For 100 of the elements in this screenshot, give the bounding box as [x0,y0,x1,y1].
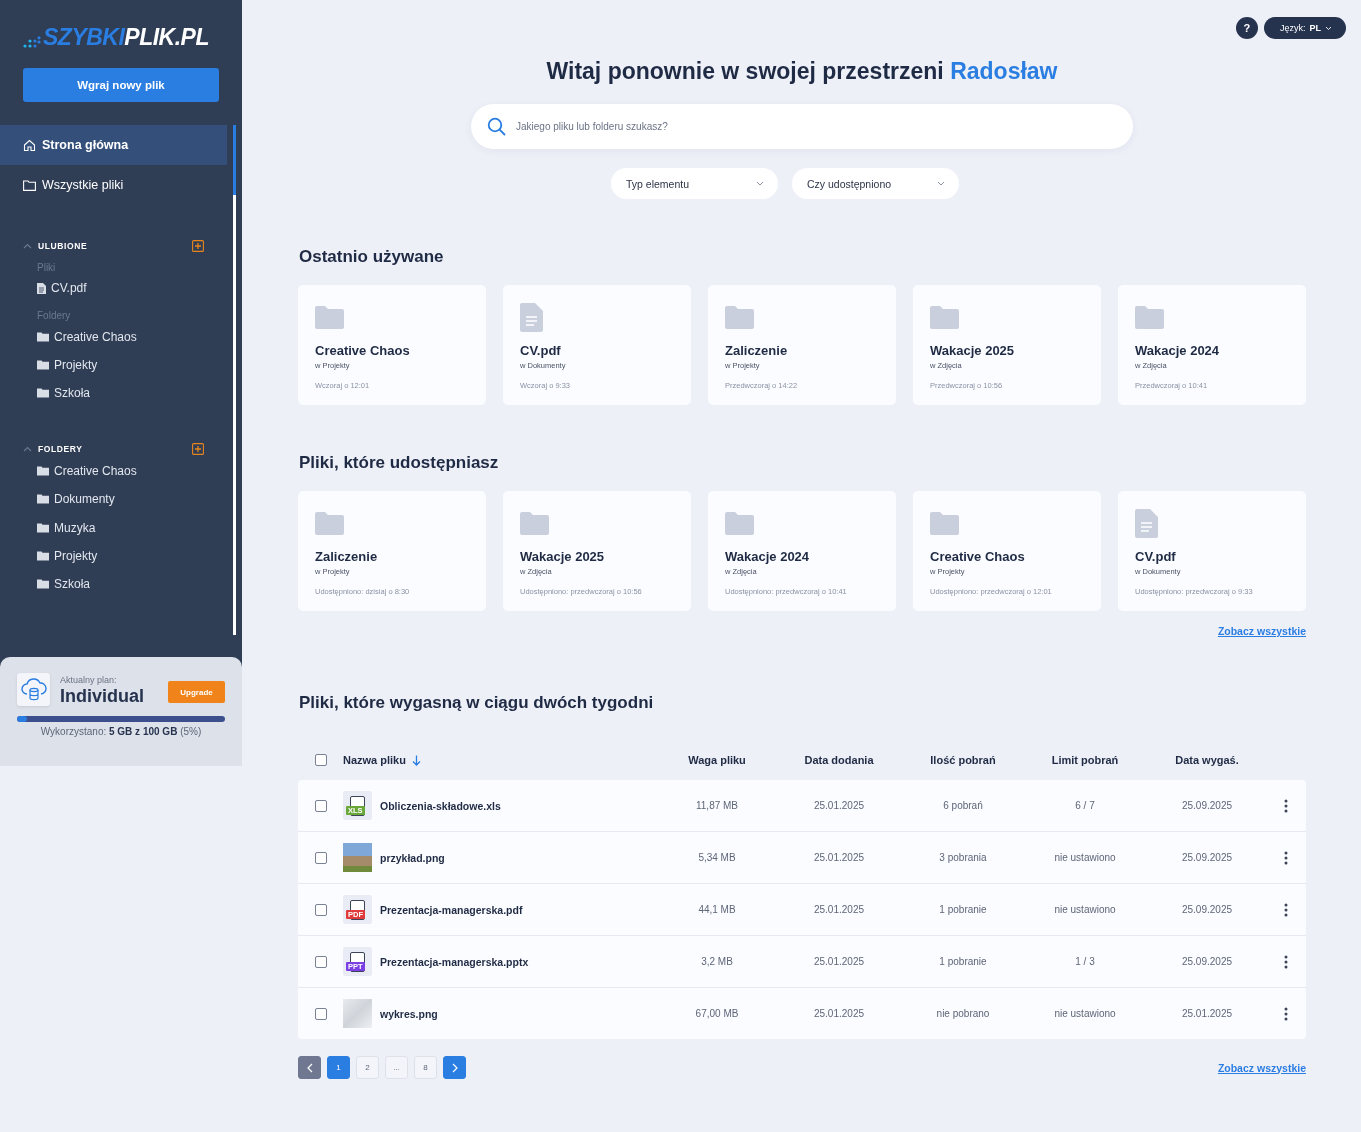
table-cell-text: 1 pobranie [938,956,988,967]
folder-icon [520,512,549,535]
table-cell-text: nie ustawiono [1053,852,1117,863]
folder-icon [315,512,344,535]
search-bar[interactable]: Jakiego pliku lub folderu szukasz? [471,104,1133,149]
column-header[interactable]: Data wygaś. [1146,754,1268,766]
item-name: Wakacje 2024 [1135,343,1220,358]
group-label: Pliki [36,261,57,274]
page-button[interactable]: 8 [414,1056,437,1079]
upload-button[interactable]: Wgraj nowy plik [23,68,219,102]
cloud-database-icon [17,673,50,706]
document-icon [520,303,543,332]
nav-item[interactable]: Strona główna [0,125,227,165]
table-cell-text: 25.01.2025 [812,956,866,967]
sidebar-item[interactable]: Szkoła [0,379,227,408]
nav-item[interactable]: Wszystkie pliki [0,165,227,205]
item-name: Creative Chaos [315,343,410,358]
page-button[interactable]: ... [385,1056,408,1079]
home-icon [23,138,36,152]
table-cell-text: 5,34 MB [697,852,737,863]
folder-icon [37,465,49,476]
document-icon [1135,509,1158,538]
table-cell-text: 6 / 7 [1074,800,1096,811]
sidebar-item[interactable]: Dokumenty [0,484,227,514]
plan-name: Individual [60,686,145,707]
more-options-icon[interactable] [1284,902,1288,917]
sidebar-item[interactable]: Muzyka [0,513,227,542]
welcome-heading: Witaj ponownie w swojej przestrzeni Radosław [545,57,1059,85]
page-button[interactable]: 2 [356,1056,379,1079]
table-cell-text: 6 pobrań [942,800,984,811]
table-cell-text: 3,2 MB [700,956,734,967]
scrollbar[interactable] [233,125,236,635]
row-checkbox[interactable] [315,1007,327,1020]
sidebar-item[interactable]: Projekty [0,541,227,571]
table-cell-text: 1 pobranie [938,904,988,915]
table-cell-text: 3 pobrania [938,852,988,863]
sidebar-item[interactable]: Projekty [0,350,227,380]
file-name: Prezentacja-managerska.pdf [380,903,523,916]
filter-dropdown[interactable]: Typ elementu [611,168,778,199]
column-header[interactable]: Waga pliku [658,754,776,766]
chevron-icon[interactable] [23,243,32,249]
row-checkbox[interactable] [315,903,327,916]
chevron-icon[interactable] [23,445,32,452]
table-cell-text: 25.01.2025 [812,904,866,915]
file-name: Prezentacja-managerska.pptx [380,955,529,968]
filter-dropdown[interactable]: Czy udostępniono [792,168,959,199]
add-icon[interactable] [192,442,204,455]
caret-icon [756,181,764,186]
file-name: Obliczenia-składowe.xls [380,799,501,812]
section-title: FOLDERY [38,443,84,454]
column-header[interactable]: Data dodania [776,754,902,766]
table-row[interactable]: przykład.png 5,34 MB 25.01.2025 3 pobrania nie ustawiono 25.09.2025 [298,832,1306,884]
folder-icon [725,512,754,535]
column-header[interactable]: Nazwa pliku [343,754,658,766]
table-cell-text: 25.01.2025 [1180,1008,1234,1019]
sidebar-item[interactable]: CV.pdf [0,274,227,303]
page-button[interactable]: 1 [327,1056,350,1079]
column-header[interactable]: Limit pobrań [1024,754,1146,766]
table-cell-text: nie pobrano [935,1008,991,1019]
file-name: wykres.png [380,1007,438,1020]
folder-icon [37,579,49,590]
column-header[interactable]: Ilość pobrań [902,754,1024,766]
more-options-icon[interactable] [1284,850,1288,865]
document-icon [37,282,46,294]
help-button[interactable]: ? [1235,17,1258,39]
sidebar-item[interactable]: Szkoła [0,570,227,599]
section-heading: Ostatnio używane [299,247,445,267]
row-checkbox[interactable] [315,851,327,864]
usage-text: Wykorzystano: 5 GB z 100 GB (5%) [39,726,203,737]
item-name: Wakacje 2024 [725,549,810,564]
photo-placeholder [343,843,372,872]
sidebar-item[interactable]: Creative Chaos [0,456,227,485]
search-field[interactable]: Jakiego pliku lub folderu szukasz? [514,120,1117,133]
item-name: Creative Chaos [930,549,1025,564]
select-all-checkbox[interactable] [315,754,327,766]
add-icon[interactable] [192,240,204,252]
folder-icon [37,494,49,505]
more-options-icon[interactable] [1284,1006,1288,1021]
item-name: CV.pdf [1135,549,1176,564]
folder-icon [23,179,36,191]
table-cell-text: 67,00 MB [694,1008,740,1019]
table-cell-text: 25.01.2025 [812,852,866,863]
logo-dots-icon [23,36,41,48]
section-heading: Pliki, które udostępniasz [299,453,500,473]
table-cell-text: 44,1 MB [697,904,737,915]
more-options-icon[interactable] [1284,954,1288,969]
chevron-left-icon [306,1062,313,1073]
next-page-button[interactable] [443,1056,466,1079]
see-all-link[interactable]: Zobacz wszystkie [1217,625,1306,637]
table-cell-text: 25.09.2025 [1180,956,1234,967]
sidebar-item[interactable]: Creative Chaos [0,322,227,351]
language-button[interactable]: Język: PL [1263,17,1346,39]
row-checkbox[interactable] [315,799,327,812]
row-checkbox[interactable] [315,955,327,968]
see-all-link[interactable]: Zobacz wszystkie [1217,1061,1306,1074]
item-name: CV.pdf [520,343,561,358]
folder-icon [37,388,49,399]
more-options-icon[interactable] [1284,798,1288,813]
search-icon [487,117,506,136]
table-row[interactable]: wykres.png 67,00 MB 25.01.2025 nie pobrano nie ustawiono 25.01.2025 [298,988,1306,1039]
